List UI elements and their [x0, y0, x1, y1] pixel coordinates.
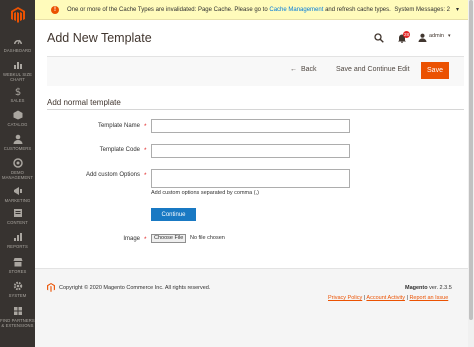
sidebar-item-catalog[interactable]: CATALOG [0, 110, 35, 127]
template-code-label: Template Code [99, 147, 140, 153]
continue-button[interactable]: Continue [151, 208, 196, 221]
save-button[interactable]: Save [421, 62, 449, 79]
section-divider [47, 109, 464, 110]
demo-icon [12, 158, 23, 168]
chevron-down-icon[interactable]: ▾ [448, 33, 451, 39]
back-button-label: Back [301, 66, 317, 73]
page-footer [35, 268, 468, 347]
dollar-icon: $ [14, 87, 20, 96]
sidebar-item-webkul-size-chart[interactable]: WEBKUL SIZE CHART [0, 60, 35, 82]
required-marker: * [144, 236, 147, 243]
image-label: Image [123, 236, 140, 242]
page-title: Add New Template [47, 31, 152, 45]
choose-file-button[interactable]: Choose File [151, 234, 187, 243]
template-name-input[interactable] [151, 119, 350, 133]
svg-text:$: $ [14, 87, 20, 96]
magento-footer-logo-icon [47, 283, 55, 292]
system-icon [13, 281, 22, 291]
version-text: Magento ver. 2.3.5 [405, 285, 452, 291]
notice-text-before: One or more of the Cache Types are inval… [67, 6, 268, 13]
footer-links: Privacy Policy | Account Activity | Repo… [328, 295, 449, 301]
sidebar-item-find-partners[interactable]: FIND PARTNERS & EXTENSIONS [0, 306, 35, 328]
custom-options-hint: Add custom options separated by comma (,… [151, 190, 259, 196]
sidebar-item-label: WEBKUL SIZE CHART [2, 72, 33, 82]
partners-icon [13, 307, 22, 315]
sidebar-item-label: DASHBOARD [3, 48, 32, 53]
notice-text-after: and refresh cache types. [325, 6, 391, 13]
cache-management-link[interactable]: Cache Management [269, 7, 323, 13]
sidebar-item-demo-management[interactable]: DEMO MANAGEMENT [0, 158, 35, 180]
sidebar-item-marketing[interactable]: MARKETING [0, 186, 35, 203]
magento-logo[interactable] [0, 0, 35, 30]
copyright-text: Copyright © 2020 Magento Commerce Inc. A… [59, 285, 211, 291]
sales-chart-icon [13, 62, 22, 69]
sidebar-item-customers[interactable]: CUSTOMERS [0, 134, 35, 151]
account-activity-link[interactable]: Account Activity [366, 295, 405, 301]
system-messages-toggle[interactable]: System Messages: 2 [394, 7, 450, 13]
sidebar-item-label: MARKETING [4, 198, 31, 203]
sidebar-item-stores[interactable]: STORES [0, 257, 35, 274]
reports-icon [13, 233, 22, 241]
required-marker: * [144, 123, 147, 130]
required-marker: * [144, 147, 147, 154]
save-and-continue-button[interactable]: Save and Continue Edit [336, 66, 410, 73]
template-name-label: Template Name [97, 123, 140, 129]
file-status-text: No file chosen [190, 235, 225, 241]
back-button[interactable]: ← Back [290, 66, 317, 73]
warning-icon: ! [51, 5, 59, 14]
dashboard-icon [13, 39, 22, 45]
sidebar-item-label: SALES [10, 98, 25, 103]
sidebar-item-label: CATALOG [7, 122, 28, 127]
sidebar-item-reports[interactable]: REPORTS [0, 232, 35, 249]
notifications-count-badge: 28 [403, 31, 411, 38]
sidebar-item-content[interactable]: CONTENT [0, 208, 35, 225]
system-notice-bar: ! One or more of the Cache Types are inv… [35, 0, 468, 20]
customers-icon [13, 134, 22, 144]
chevron-down-icon[interactable]: ▾ [456, 6, 459, 13]
catalog-icon [13, 110, 22, 120]
page-scrollbar[interactable] [468, 0, 474, 347]
sidebar-item-label: STORES [8, 269, 27, 274]
scrollbar-thumb[interactable] [469, 0, 473, 320]
sidebar-item-label: SYSTEM [8, 293, 27, 298]
section-title: Add normal template [47, 98, 121, 107]
custom-options-label: Add custom Options [85, 172, 140, 178]
magento-logo-icon [10, 7, 25, 23]
stores-icon [13, 258, 22, 267]
admin-sidebar: DASHBOARD WEBKUL SIZE CHART $ SALES CATA… [0, 0, 35, 347]
sidebar-item-system[interactable]: SYSTEM [0, 281, 35, 298]
brand-name: Magento [405, 285, 428, 291]
content-icon [13, 209, 22, 217]
required-marker: * [144, 172, 147, 179]
version-number: ver. 2.3.5 [429, 285, 452, 291]
arrow-left-icon: ← [290, 66, 297, 73]
report-issue-link[interactable]: Report an Issue [409, 295, 448, 301]
custom-options-textarea[interactable] [151, 169, 350, 188]
sidebar-item-label: DEMO MANAGEMENT [1, 170, 33, 180]
sidebar-item-label: CONTENT [7, 220, 28, 225]
user-icon[interactable] [418, 33, 427, 42]
search-icon[interactable] [374, 33, 384, 43]
template-code-input[interactable] [151, 144, 350, 158]
marketing-icon [13, 187, 22, 195]
sidebar-item-dashboard[interactable]: DASHBOARD [0, 36, 35, 53]
privacy-policy-link[interactable]: Privacy Policy [328, 295, 362, 301]
sidebar-item-label: FIND PARTNERS & EXTENSIONS [0, 318, 35, 328]
admin-user-menu[interactable]: admin [429, 33, 444, 39]
sidebar-item-label: REPORTS [7, 244, 28, 249]
sidebar-item-sales[interactable]: $ SALES [0, 86, 35, 103]
sidebar-item-label: CUSTOMERS [3, 146, 32, 151]
